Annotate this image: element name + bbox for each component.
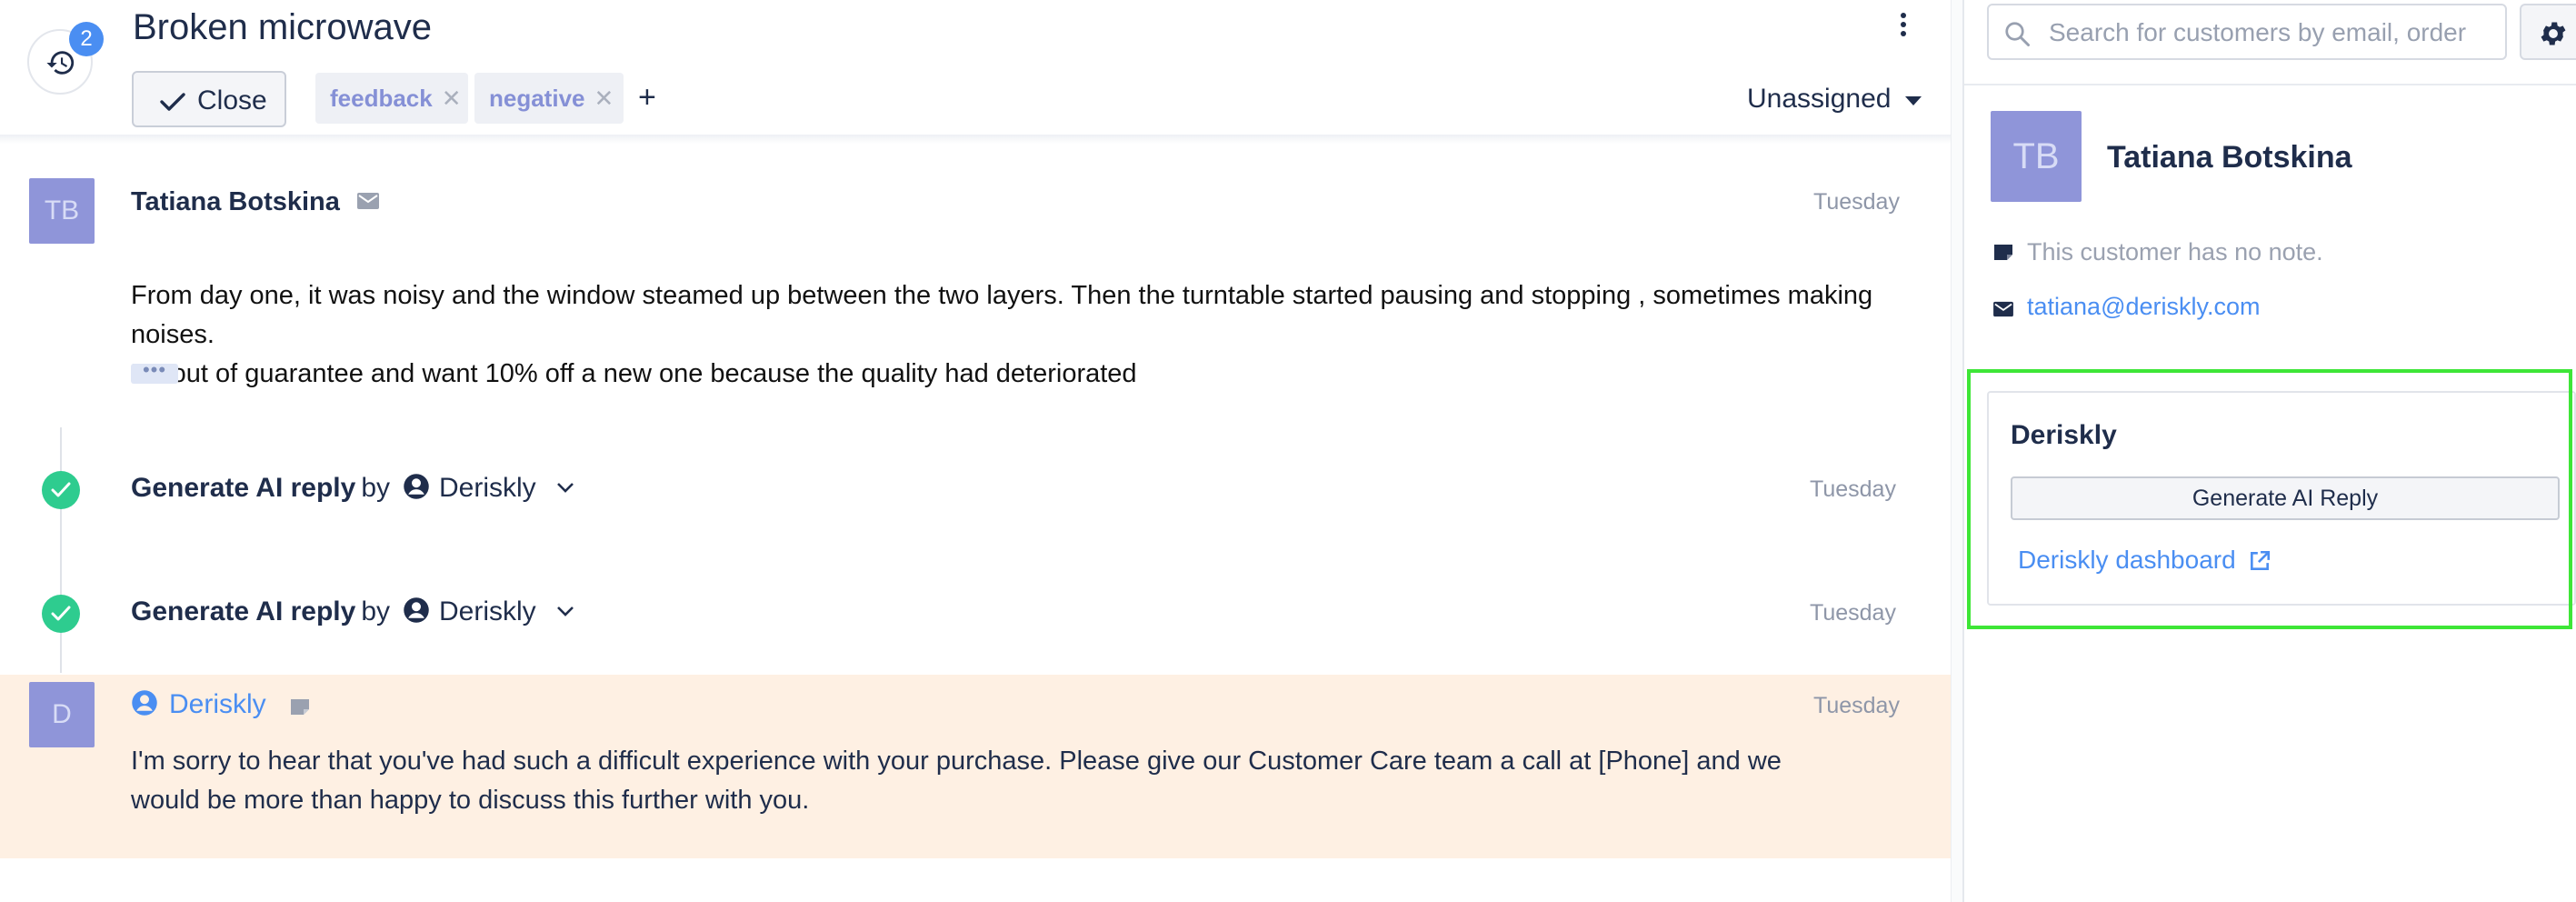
header-divider xyxy=(0,135,1951,144)
search-icon xyxy=(2005,22,2030,46)
more-options-icon[interactable] xyxy=(1892,13,1914,40)
customer-email-link[interactable]: tatiana@deriskly.com xyxy=(2027,293,2261,321)
chevron-down-icon[interactable] xyxy=(556,606,574,616)
close-ticket-label: Close xyxy=(197,85,267,115)
message-line: From day one, it was noisy and the windo… xyxy=(131,281,1873,349)
email-channel-icon xyxy=(357,193,379,209)
customer-avatar: TB xyxy=(1991,111,2082,202)
chevron-down-icon[interactable] xyxy=(556,482,574,493)
reply-body: I'm sorry to hear that you've had such a… xyxy=(131,742,1912,820)
event-timestamp: Tuesday xyxy=(1810,600,1896,626)
check-icon xyxy=(160,93,185,111)
assignee-dropdown[interactable]: Unassigned xyxy=(1747,84,1891,115)
gear-icon xyxy=(2541,22,2566,45)
widget-title: Deriskly xyxy=(2011,420,2117,450)
tag-negative[interactable]: negative ✕ xyxy=(474,73,624,124)
history-icon xyxy=(46,51,75,75)
event-by: by xyxy=(361,473,391,503)
timeline-line xyxy=(60,427,62,673)
user-icon xyxy=(132,690,157,716)
internal-note-icon xyxy=(291,699,309,715)
note-icon xyxy=(1994,245,2012,260)
message-line: It’s out of guarantee and want 10% off a… xyxy=(131,359,1137,388)
avatar: TB xyxy=(29,178,95,244)
customer-search-input[interactable] xyxy=(2049,15,2500,51)
reply-author: Deriskly xyxy=(131,689,266,720)
event-by: by xyxy=(361,596,391,626)
settings-button[interactable] xyxy=(2520,4,2576,60)
panel-header-divider xyxy=(1964,84,2576,85)
message-timestamp: Tuesday xyxy=(1813,189,1900,215)
page-title: Broken microwave xyxy=(133,7,433,47)
customer-note[interactable]: This customer has no note. xyxy=(2027,238,2323,266)
reply-line: I'm sorry to hear that you've had such a… xyxy=(131,747,1782,776)
event-timestamp: Tuesday xyxy=(1810,476,1896,502)
tag-label: feedback xyxy=(330,85,433,112)
history-count-badge: 2 xyxy=(69,22,104,56)
email-icon xyxy=(1993,301,2013,317)
generate-ai-reply-button[interactable]: Generate AI Reply xyxy=(2011,476,2560,520)
user-icon xyxy=(404,597,429,623)
remove-tag-icon[interactable]: ✕ xyxy=(594,85,614,112)
customer-search[interactable] xyxy=(1987,4,2507,60)
success-check-icon xyxy=(42,595,80,633)
reply-line: would be more than happy to discuss this… xyxy=(131,786,810,815)
event-generate-ai-reply: Generate AI reply by Deriskly xyxy=(131,473,574,504)
tag-label: negative xyxy=(489,85,585,112)
caret-down-icon[interactable] xyxy=(1905,96,1922,105)
add-tag-button[interactable]: + xyxy=(638,80,656,115)
event-action: Generate AI reply xyxy=(131,596,356,626)
event-actor: Deriskly xyxy=(439,596,536,626)
tag-feedback[interactable]: feedback ✕ xyxy=(315,73,468,124)
panel-border xyxy=(1962,0,1964,902)
user-icon xyxy=(404,474,429,499)
message-author: Tatiana Botskina xyxy=(131,187,340,216)
deriskly-dashboard-link[interactable]: Deriskly dashboard xyxy=(2018,546,2236,575)
panel-divider xyxy=(1951,0,1963,902)
close-ticket-button[interactable]: Close xyxy=(132,71,286,127)
message-body: From day one, it was noisy and the windo… xyxy=(131,276,1912,394)
event-actor: Deriskly xyxy=(439,473,536,503)
customer-name[interactable]: Tatiana Botskina xyxy=(2107,140,2352,175)
success-check-icon xyxy=(42,471,80,509)
avatar: D xyxy=(29,682,95,747)
remove-tag-icon[interactable]: ✕ xyxy=(442,85,462,112)
reply-timestamp: Tuesday xyxy=(1813,693,1900,718)
external-link-icon[interactable] xyxy=(2248,549,2271,573)
show-more-button[interactable]: ••• xyxy=(131,360,178,384)
event-generate-ai-reply: Generate AI reply by Deriskly xyxy=(131,596,574,627)
event-action: Generate AI reply xyxy=(131,473,356,503)
reply-author-name: Deriskly xyxy=(169,689,266,719)
